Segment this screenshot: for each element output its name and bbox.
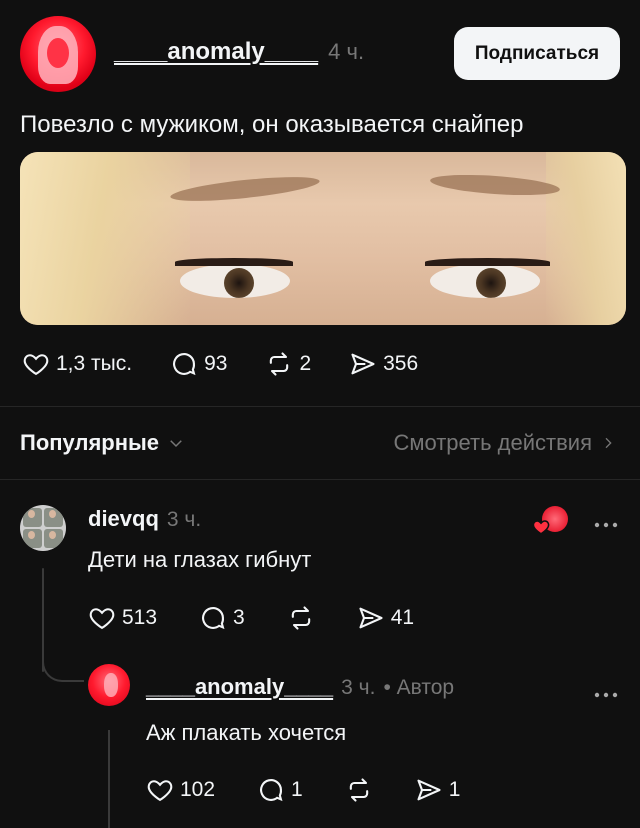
comment-like-button[interactable]: 513: [88, 604, 157, 632]
thread-line: [108, 730, 110, 828]
reply-share-count: 1: [448, 778, 461, 801]
comment-share-button[interactable]: 41: [357, 604, 414, 632]
comment-repost-button[interactable]: [287, 604, 315, 632]
share-icon: [351, 353, 375, 375]
comment-reply-count: 3: [233, 606, 245, 629]
repost-icon: [270, 352, 289, 376]
reply-username[interactable]: ____anomaly____: [146, 674, 333, 700]
divider: [0, 406, 640, 407]
comment-text: Дети на глазах гибнут: [88, 547, 312, 572]
author-badge: • Автор: [383, 676, 455, 699]
comment-icon: [260, 779, 283, 802]
view-activity-label: Смотреть действия: [393, 430, 592, 455]
more-icon: [594, 522, 618, 528]
comment-reply-button[interactable]: 3: [199, 604, 245, 632]
comment-like-count: 513: [122, 606, 158, 629]
heart-icon: [89, 608, 115, 630]
repost-count: 2: [299, 352, 312, 375]
follow-button[interactable]: Подписаться: [454, 27, 620, 80]
reply-like-count: 102: [180, 778, 216, 801]
reply-avatar[interactable]: [88, 664, 130, 706]
sort-label: Популярные: [20, 430, 160, 455]
repost-icon: [349, 778, 368, 802]
repost-button[interactable]: 2: [265, 350, 311, 378]
comment-count: 93: [204, 352, 228, 375]
post-author-avatar[interactable]: [20, 16, 96, 92]
heart-icon: [23, 354, 49, 376]
chevron-right-icon: [605, 437, 612, 449]
divider: [0, 479, 640, 480]
reply-actions: 102 1 1: [146, 776, 460, 804]
heart-icon: [147, 780, 173, 802]
post-header: ____anomaly____ 4 ч.: [114, 38, 364, 66]
post-time: 4 ч.: [328, 39, 365, 64]
reply-reply-count: 1: [291, 778, 303, 801]
comment-header: dievqq 3 ч.: [88, 506, 201, 532]
like-count: 1,3 тыс.: [56, 352, 133, 375]
comment-username[interactable]: dievqq: [88, 506, 159, 532]
reply-header: ____anomaly____ 3 ч. • Автор: [146, 674, 454, 700]
sort-dropdown[interactable]: Популярные: [20, 430, 185, 456]
share-count: 356: [383, 352, 419, 375]
heart-icon: [532, 520, 550, 535]
repost-icon: [291, 606, 310, 630]
comment-icon: [202, 607, 225, 630]
share-button[interactable]: 356: [349, 350, 418, 378]
post-author-username[interactable]: ____anomaly____: [114, 38, 318, 66]
view-activity-link[interactable]: Смотреть действия: [393, 430, 616, 456]
reply-share-button[interactable]: 1: [415, 776, 461, 804]
author-liked-badge: [532, 506, 568, 536]
post-actions: 1,3 тыс. 93 2 356: [22, 350, 418, 378]
reply-repost-button[interactable]: [345, 776, 373, 804]
more-icon: [594, 692, 618, 698]
chevron-down-icon: [170, 440, 182, 448]
thread-connector: [42, 650, 84, 682]
post-text: Повезло с мужиком, он оказывается снайпе…: [20, 111, 524, 138]
comment-actions: 513 3 41: [88, 604, 414, 632]
reply-more-button[interactable]: [594, 678, 618, 706]
post-image[interactable]: [20, 152, 626, 325]
comment-icon: [173, 353, 196, 376]
comment-more-button[interactable]: [594, 508, 618, 536]
reply-like-button[interactable]: 102: [146, 776, 215, 804]
comment-button[interactable]: 93: [170, 350, 227, 378]
reply-text: Аж плакать хочется: [146, 720, 347, 745]
comment-avatar[interactable]: [20, 505, 66, 551]
reply-time: 3 ч.: [341, 676, 376, 699]
comment-share-count: 41: [390, 606, 415, 629]
share-icon: [359, 607, 383, 629]
share-icon: [417, 779, 441, 801]
reply-reply-button[interactable]: 1: [257, 776, 303, 804]
comment-time: 3 ч.: [166, 508, 202, 531]
like-button[interactable]: 1,3 тыс.: [22, 350, 132, 378]
